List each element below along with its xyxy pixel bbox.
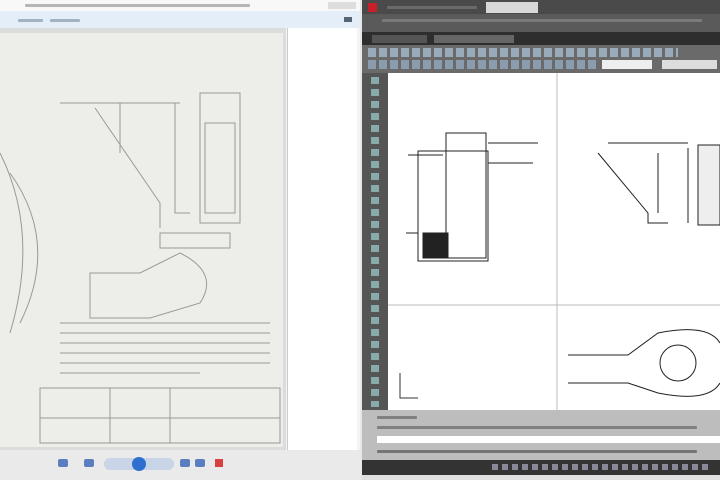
- slider-thumb[interactable]: [132, 457, 146, 471]
- cad-drawing: [388, 73, 720, 410]
- document-area: [0, 28, 286, 450]
- modify-toolbar[interactable]: [362, 73, 388, 410]
- app-logo-icon[interactable]: [368, 3, 377, 12]
- side-panel: [287, 28, 357, 450]
- drawing-canvas[interactable]: [388, 73, 720, 410]
- layer-dropdown[interactable]: [434, 35, 514, 43]
- page-slider[interactable]: [104, 457, 174, 471]
- toolbars: [362, 45, 720, 73]
- tab-bar: [0, 11, 360, 28]
- menu-icon[interactable]: [344, 17, 352, 22]
- property-field[interactable]: [602, 60, 652, 69]
- next-page-button[interactable]: [180, 459, 190, 467]
- close-icon[interactable]: [215, 459, 223, 467]
- status-bar: [362, 460, 720, 475]
- draw-toolbar[interactable]: [368, 60, 598, 69]
- cad-window: [362, 0, 720, 480]
- drawing-page: [0, 33, 283, 447]
- linetype-field[interactable]: [662, 60, 717, 69]
- command-area: [362, 410, 720, 460]
- workspace-dropdown[interactable]: [372, 35, 427, 43]
- title-bar: [0, 0, 360, 11]
- menu-bar: [362, 14, 720, 32]
- command-input[interactable]: [377, 436, 720, 443]
- status-toggles[interactable]: [492, 464, 712, 470]
- standard-toolbar[interactable]: [368, 48, 678, 57]
- scanned-drawing: [0, 92, 281, 444]
- window-controls[interactable]: [328, 2, 356, 9]
- previous-page-button[interactable]: [84, 459, 94, 467]
- first-page-button[interactable]: [58, 459, 68, 467]
- page-navigation: [0, 450, 360, 480]
- pdf-viewer-window: [0, 0, 360, 480]
- last-page-button[interactable]: [195, 459, 205, 467]
- active-tab[interactable]: [486, 2, 538, 13]
- workspace-bar: [362, 32, 720, 45]
- title-bar: [362, 0, 720, 14]
